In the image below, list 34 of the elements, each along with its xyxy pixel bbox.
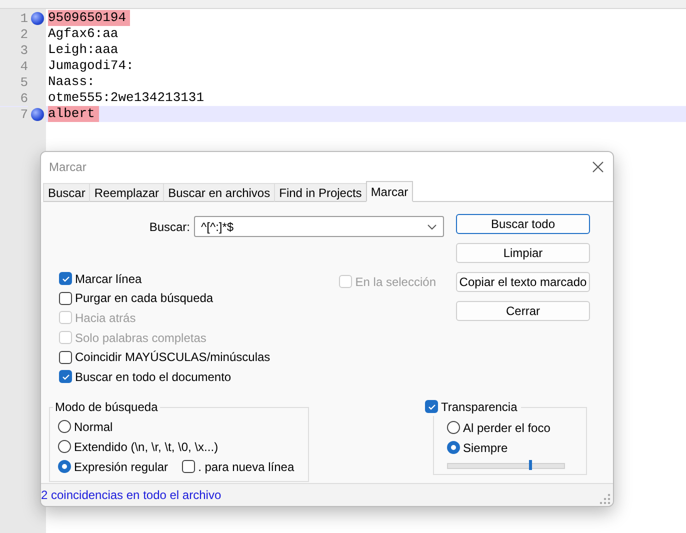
checkbox-label: Hacia atrás bbox=[75, 310, 136, 325]
code-line: Naass: bbox=[48, 74, 96, 90]
code-line: Agfax6:aa bbox=[48, 26, 120, 42]
tab[interactable]: Marcar bbox=[366, 181, 414, 202]
radio-label: Expresión regular bbox=[74, 460, 168, 474]
dialog-button[interactable]: Limpiar bbox=[456, 243, 590, 263]
checkbox-label: . para nueva línea bbox=[198, 460, 294, 474]
search-combobox[interactable]: ^[^:]*$ bbox=[194, 216, 444, 237]
code-line: Jumagodi74: bbox=[48, 58, 135, 74]
status-text: 2 coincidencias en todo el archivo bbox=[41, 488, 222, 502]
dialog-button[interactable]: Buscar todo bbox=[456, 214, 590, 234]
search-label: Buscar: bbox=[149, 220, 190, 234]
code-line: otme555:2we134213131 bbox=[48, 90, 206, 106]
tab[interactable]: Reemplazar bbox=[89, 183, 164, 202]
dialog-button[interactable]: Copiar el texto marcado bbox=[456, 272, 590, 292]
dialog-button[interactable]: Cerrar bbox=[456, 301, 590, 321]
code-line: Leigh:aaa bbox=[48, 42, 120, 58]
checkbox-label: En la selección bbox=[355, 274, 436, 289]
group-title: Modo de búsqueda bbox=[53, 400, 160, 414]
checkbox-label: Coincidir MAYÚSCULAS/minúsculas bbox=[75, 350, 270, 364]
tab[interactable]: Buscar bbox=[43, 183, 90, 202]
line-number: 7 bbox=[0, 106, 28, 122]
radio-label: Normal bbox=[74, 420, 113, 434]
tab[interactable]: Buscar en archivos bbox=[163, 183, 276, 202]
tab[interactable]: Find in Projects bbox=[274, 183, 367, 202]
checkbox-label: Marcar línea bbox=[75, 272, 142, 286]
checkbox-label: Transparencia bbox=[441, 400, 518, 414]
window-title: Marcar bbox=[49, 160, 86, 174]
radio-label: Extendido (\n, \r, \t, \0, \x...) bbox=[74, 440, 218, 454]
checkbox-label: Solo palabras completas bbox=[75, 330, 206, 345]
radio-label: Al perder el foco bbox=[463, 420, 550, 435]
checkbox-label: Purgar en cada búsqueda bbox=[75, 291, 214, 306]
checkbox-label: Buscar en todo el documento bbox=[75, 370, 232, 384]
radio-label: Siempre bbox=[463, 440, 508, 455]
